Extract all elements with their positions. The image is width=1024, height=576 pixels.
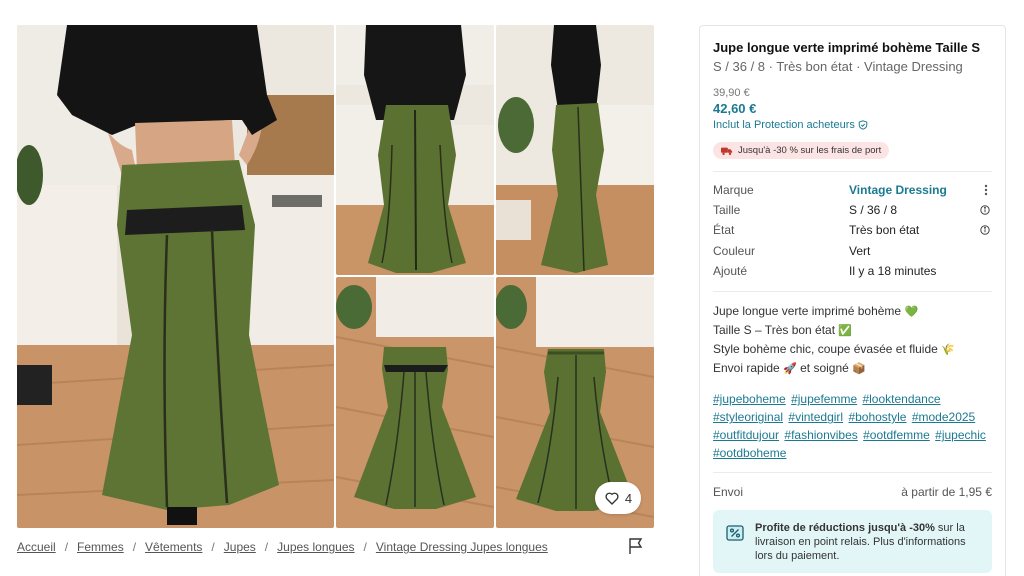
brand-link[interactable]: Vintage Dressing [849, 183, 947, 197]
photo-back[interactable] [336, 25, 494, 275]
breadcrumb-separator: / [264, 540, 269, 554]
item-subtitle: S / 36 / 8 · Très bon état · Vintage Dre… [713, 59, 963, 74]
attribute-label: Taille [713, 203, 741, 218]
hashtag-link[interactable]: #looktendance [862, 392, 940, 406]
breadcrumb-clothing[interactable]: Vêtements [145, 540, 202, 554]
breadcrumb-women[interactable]: Femmes [77, 540, 124, 554]
shipping-discount-info: Profite de réductions jusqu'à -30% sur l… [713, 510, 992, 574]
favorite-button[interactable]: 4 [595, 482, 641, 514]
description-line: et soigné [800, 361, 849, 376]
hashtag-link[interactable]: #styleoriginal [713, 410, 783, 424]
description-line: Style bohème chic, coupe évasée et fluid… [713, 342, 938, 357]
attribute-label: Ajouté [713, 264, 748, 279]
favorite-count: 4 [624, 490, 633, 506]
attribute-value: Très bon état [849, 223, 920, 238]
attribute-label: Couleur [713, 243, 756, 258]
green-heart-emoji: 💚 [904, 305, 919, 319]
attribute-value: Il y a 18 minutes [849, 264, 937, 279]
breadcrumb-separator: / [132, 540, 137, 554]
description-line: Envoi rapide [713, 361, 780, 376]
breadcrumb: Accueil / Femmes / Vêtements / Jupes / J… [17, 540, 548, 554]
attribute-row-condition: État Très bon état [713, 220, 992, 240]
breadcrumb-separator: / [64, 540, 69, 554]
package-emoji: 📦 [852, 362, 866, 376]
breadcrumb-brand-long-skirts[interactable]: Vintage Dressing Jupes longues [376, 540, 548, 554]
discount-info-text: Profite de réductions jusqu'à -30% sur l… [755, 521, 980, 563]
attribute-row-added: Ajouté Il y a 18 minutes [713, 261, 992, 281]
shipping-label: Envoi [713, 485, 744, 500]
item-details-panel: Jupe longue verte imprimé bohème Taille … [699, 25, 1006, 576]
divider [713, 291, 992, 293]
attribute-row-color: Couleur Vert [713, 241, 992, 261]
shipping-promo-text: Jusqu'à -30 % sur les frais de port [738, 145, 882, 156]
shield-check-icon [858, 120, 868, 130]
photo-side[interactable] [496, 25, 654, 275]
attribute-value: Vert [849, 243, 871, 258]
wheat-emoji: 🌾 [941, 343, 955, 357]
discount-info-bold: Profite de réductions jusqu'à -30% [755, 522, 935, 535]
hashtag-link[interactable]: #mode2025 [912, 410, 975, 424]
breadcrumb-long-skirts[interactable]: Jupes longues [277, 540, 354, 554]
item-description: Jupe longue verte imprimé bohème 💚 Taill… [713, 302, 992, 378]
buyer-protection-label: Inclut la Protection acheteurs [713, 119, 855, 131]
report-flag-icon[interactable] [627, 537, 645, 555]
shipping-price: à partir de 1,95 € [901, 485, 992, 500]
attribute-label: Marque [713, 182, 754, 197]
check-mark-emoji: ✅ [838, 324, 853, 338]
shipping-promo-badge: Jusqu'à -30 % sur les frais de port [713, 142, 890, 159]
buyer-protection-link[interactable]: Inclut la Protection acheteurs [713, 119, 992, 131]
photo-gallery [17, 25, 654, 528]
attribute-row-size: Taille S / 36 / 8 [713, 200, 992, 220]
truck-icon [721, 147, 733, 155]
attribute-label: État [713, 223, 735, 238]
shipping-row: Envoi à partir de 1,95 € [713, 485, 992, 499]
rocket-emoji: 🚀 [783, 362, 797, 376]
heart-icon [605, 492, 619, 505]
discount-tag-icon [726, 525, 744, 542]
attribute-row-brand: Marque Vintage Dressing [713, 180, 992, 200]
breadcrumb-separator: / [211, 540, 215, 554]
hashtag-link[interactable]: #ootdboheme [713, 446, 786, 460]
info-icon[interactable] [980, 205, 990, 215]
breadcrumb-separator: / [363, 540, 367, 554]
hashtag-link[interactable]: #jupefemme [791, 392, 857, 406]
item-attributes: Marque Vintage Dressing Taille S / 36 / … [713, 180, 992, 282]
item-base-price: 39,90 € [713, 87, 750, 99]
description-line: Jupe longue verte imprimé bohème [713, 304, 902, 319]
hashtag-list: #jupeboheme #jupefemme #looktendance #st… [713, 390, 992, 462]
breadcrumb-home[interactable]: Accueil [17, 540, 56, 554]
hashtag-link[interactable]: #fashionvibes [784, 428, 857, 442]
hashtag-link[interactable]: #jupechic [935, 428, 986, 442]
divider [713, 170, 992, 172]
divider [713, 472, 992, 474]
hashtag-link[interactable]: #ootdfemme [863, 428, 930, 442]
description-line: Taille S – Très bon état [713, 323, 836, 338]
hashtag-link[interactable]: #bohostyle [848, 410, 906, 424]
hashtag-link[interactable]: #vintedgirl [788, 410, 843, 424]
attribute-value: S / 36 / 8 [849, 203, 898, 218]
hashtag-link[interactable]: #jupeboheme [713, 392, 786, 406]
info-icon[interactable] [980, 225, 990, 236]
photo-flat-front[interactable] [336, 277, 494, 528]
hashtag-link[interactable]: #outfitdujour [713, 428, 779, 442]
photo-main[interactable] [17, 25, 334, 528]
breadcrumb-skirts[interactable]: Jupes [224, 540, 256, 554]
item-total-price: 42,60 € [713, 101, 757, 116]
item-title: Jupe longue verte imprimé bohème Taille … [713, 40, 981, 55]
